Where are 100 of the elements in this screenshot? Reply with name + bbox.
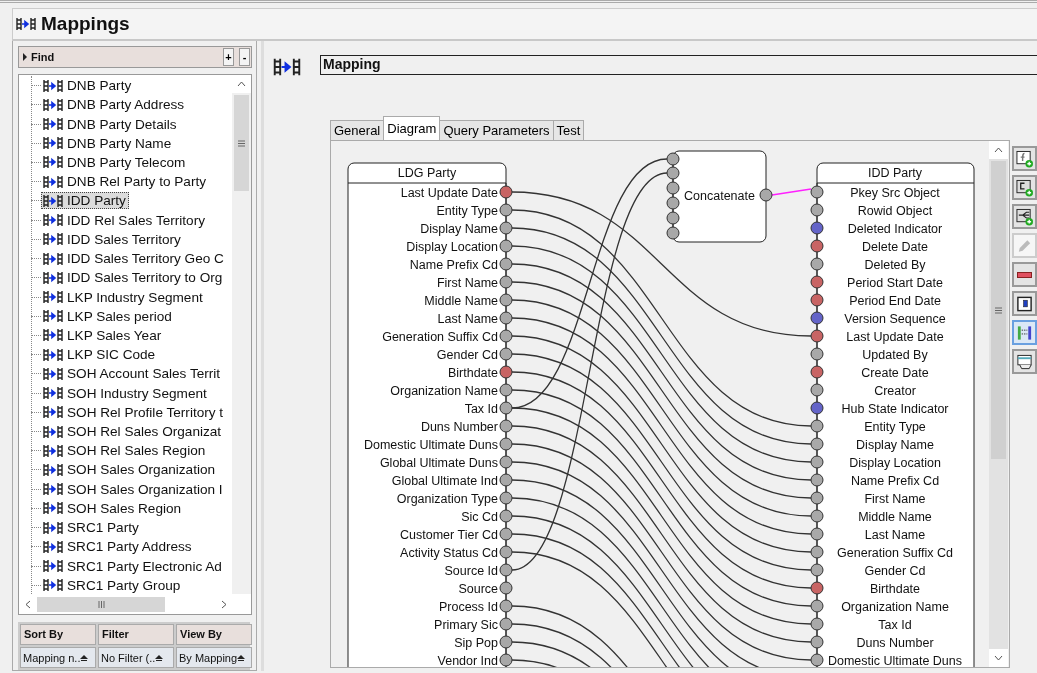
port-dot[interactable] (810, 545, 824, 559)
port-dot[interactable] (810, 635, 824, 649)
port-dot[interactable] (499, 329, 513, 343)
port-dot[interactable] (499, 347, 513, 361)
find-bar[interactable]: Find + - (18, 46, 252, 68)
port-dot[interactable] (499, 419, 513, 433)
mapping-item[interactable]: SOH Rel Profile Territory t (41, 403, 227, 421)
mapping-item[interactable]: IDD Sales Territory Geo C (41, 250, 227, 268)
port-dot[interactable] (810, 329, 824, 343)
function-node[interactable] (672, 150, 767, 243)
port-dot[interactable] (810, 473, 824, 487)
option-dropdown[interactable]: Mapping n.. (20, 647, 96, 668)
port-dot[interactable] (499, 401, 513, 415)
mapping-item[interactable]: DNB Party Details (41, 115, 180, 133)
port-dot[interactable] (499, 293, 513, 307)
source-node[interactable] (347, 162, 507, 667)
port-dot[interactable] (499, 599, 513, 613)
toolbar-button[interactable] (1012, 349, 1037, 374)
port-dot[interactable] (810, 185, 824, 199)
port-dot[interactable] (810, 239, 824, 253)
mapping-item[interactable]: DNB Rel Party to Party (41, 173, 209, 191)
port-dot[interactable] (499, 653, 513, 667)
port-dot[interactable] (499, 491, 513, 505)
port-dot[interactable] (810, 455, 824, 469)
port-dot[interactable] (810, 401, 824, 415)
mapping-item[interactable]: LKP Sales period (41, 307, 175, 325)
port-dot[interactable] (499, 581, 513, 595)
port-dot[interactable] (810, 617, 824, 631)
mapping-item[interactable]: SRC1 Party (41, 519, 142, 537)
port-dot[interactable] (499, 383, 513, 397)
port-dot[interactable] (499, 635, 513, 649)
port-dot[interactable] (810, 599, 824, 613)
port-dot[interactable] (499, 221, 513, 235)
port-dot[interactable] (810, 257, 824, 271)
port-dot[interactable] (810, 221, 824, 235)
port-dot[interactable] (499, 185, 513, 199)
port-dot[interactable] (810, 383, 824, 397)
port-dot[interactable] (810, 509, 824, 523)
port-dot[interactable] (810, 437, 824, 451)
port-dot[interactable] (810, 365, 824, 379)
port-dot[interactable] (810, 347, 824, 361)
mapping-item[interactable]: SRC1 Party Address (41, 538, 195, 556)
port-dot[interactable] (499, 203, 513, 217)
mapping-item[interactable]: DNB Party Name (41, 134, 175, 152)
mapping-item[interactable]: SRC1 Party Electronic Ad (41, 557, 225, 575)
port-dot[interactable] (499, 311, 513, 325)
mapping-item[interactable]: IDD Rel Sales Territory (41, 211, 208, 229)
port-dot[interactable] (499, 365, 513, 379)
mapping-item[interactable]: DNB Party (41, 77, 135, 95)
port-dot[interactable] (810, 275, 824, 289)
toolbar-button[interactable] (1012, 262, 1037, 287)
port-dot[interactable] (810, 419, 824, 433)
port-dot[interactable] (499, 275, 513, 289)
tab[interactable]: Query Parameters (439, 120, 554, 140)
mapping-item[interactable]: SOH Industry Segment (41, 384, 210, 402)
port-dot[interactable] (499, 617, 513, 631)
mapping-item[interactable]: SOH Sales Organization I (41, 480, 226, 498)
mapping-item[interactable]: SOH Rel Sales Region (41, 442, 209, 460)
tab[interactable]: Diagram (383, 116, 441, 140)
mapping-item[interactable]: SOH Account Sales Territ (41, 365, 224, 383)
port-dot[interactable] (499, 509, 513, 523)
toolbar-button[interactable] (1012, 291, 1037, 316)
port-dot[interactable] (499, 545, 513, 559)
tab[interactable]: Test (552, 120, 585, 140)
mapping-item[interactable]: IDD Sales Territory to Org (41, 269, 226, 287)
remove-button[interactable]: - (239, 48, 250, 66)
mapping-item[interactable]: DNB Party Telecom (41, 154, 189, 171)
port-dot[interactable] (666, 152, 680, 166)
port-dot[interactable] (810, 653, 824, 667)
port-dot[interactable] (499, 455, 513, 469)
mapping-item[interactable]: SOH Sales Region (41, 499, 185, 517)
mapping-item[interactable]: LKP Sales Year (41, 326, 165, 344)
port-dot[interactable] (666, 226, 680, 240)
port-dot[interactable] (759, 188, 773, 202)
option-dropdown[interactable]: No Filter (.. (98, 647, 174, 668)
port-dot[interactable] (810, 293, 824, 307)
mapping-item[interactable]: SOH Rel Sales Organizat (41, 423, 225, 441)
mapping-item[interactable]: IDD Party (41, 192, 129, 210)
port-dot[interactable] (666, 181, 680, 195)
add-button[interactable]: + (223, 48, 234, 66)
port-dot[interactable] (666, 211, 680, 225)
tab[interactable]: General (330, 120, 385, 140)
toolbar-button[interactable] (1012, 175, 1037, 200)
mapping-item[interactable]: LKP Industry Segment (41, 288, 206, 306)
port-dot[interactable] (499, 527, 513, 541)
mapping-item[interactable]: SOH Sales Organization (41, 461, 219, 479)
port-dot[interactable] (499, 257, 513, 271)
vertical-scrollbar[interactable] (232, 75, 251, 594)
mapping-item[interactable]: IDD Sales Territory (41, 230, 184, 248)
port-dot[interactable] (666, 196, 680, 210)
target-node[interactable] (816, 162, 975, 667)
port-dot[interactable] (810, 491, 824, 505)
port-dot[interactable] (499, 437, 513, 451)
port-dot[interactable] (810, 581, 824, 595)
toolbar-button[interactable] (1012, 204, 1037, 229)
mapping-item[interactable]: DNB Party Address (41, 96, 188, 114)
port-dot[interactable] (666, 166, 680, 180)
port-dot[interactable] (810, 203, 824, 217)
port-dot[interactable] (499, 473, 513, 487)
mapping-item[interactable]: LKP SIC Code (41, 346, 159, 364)
